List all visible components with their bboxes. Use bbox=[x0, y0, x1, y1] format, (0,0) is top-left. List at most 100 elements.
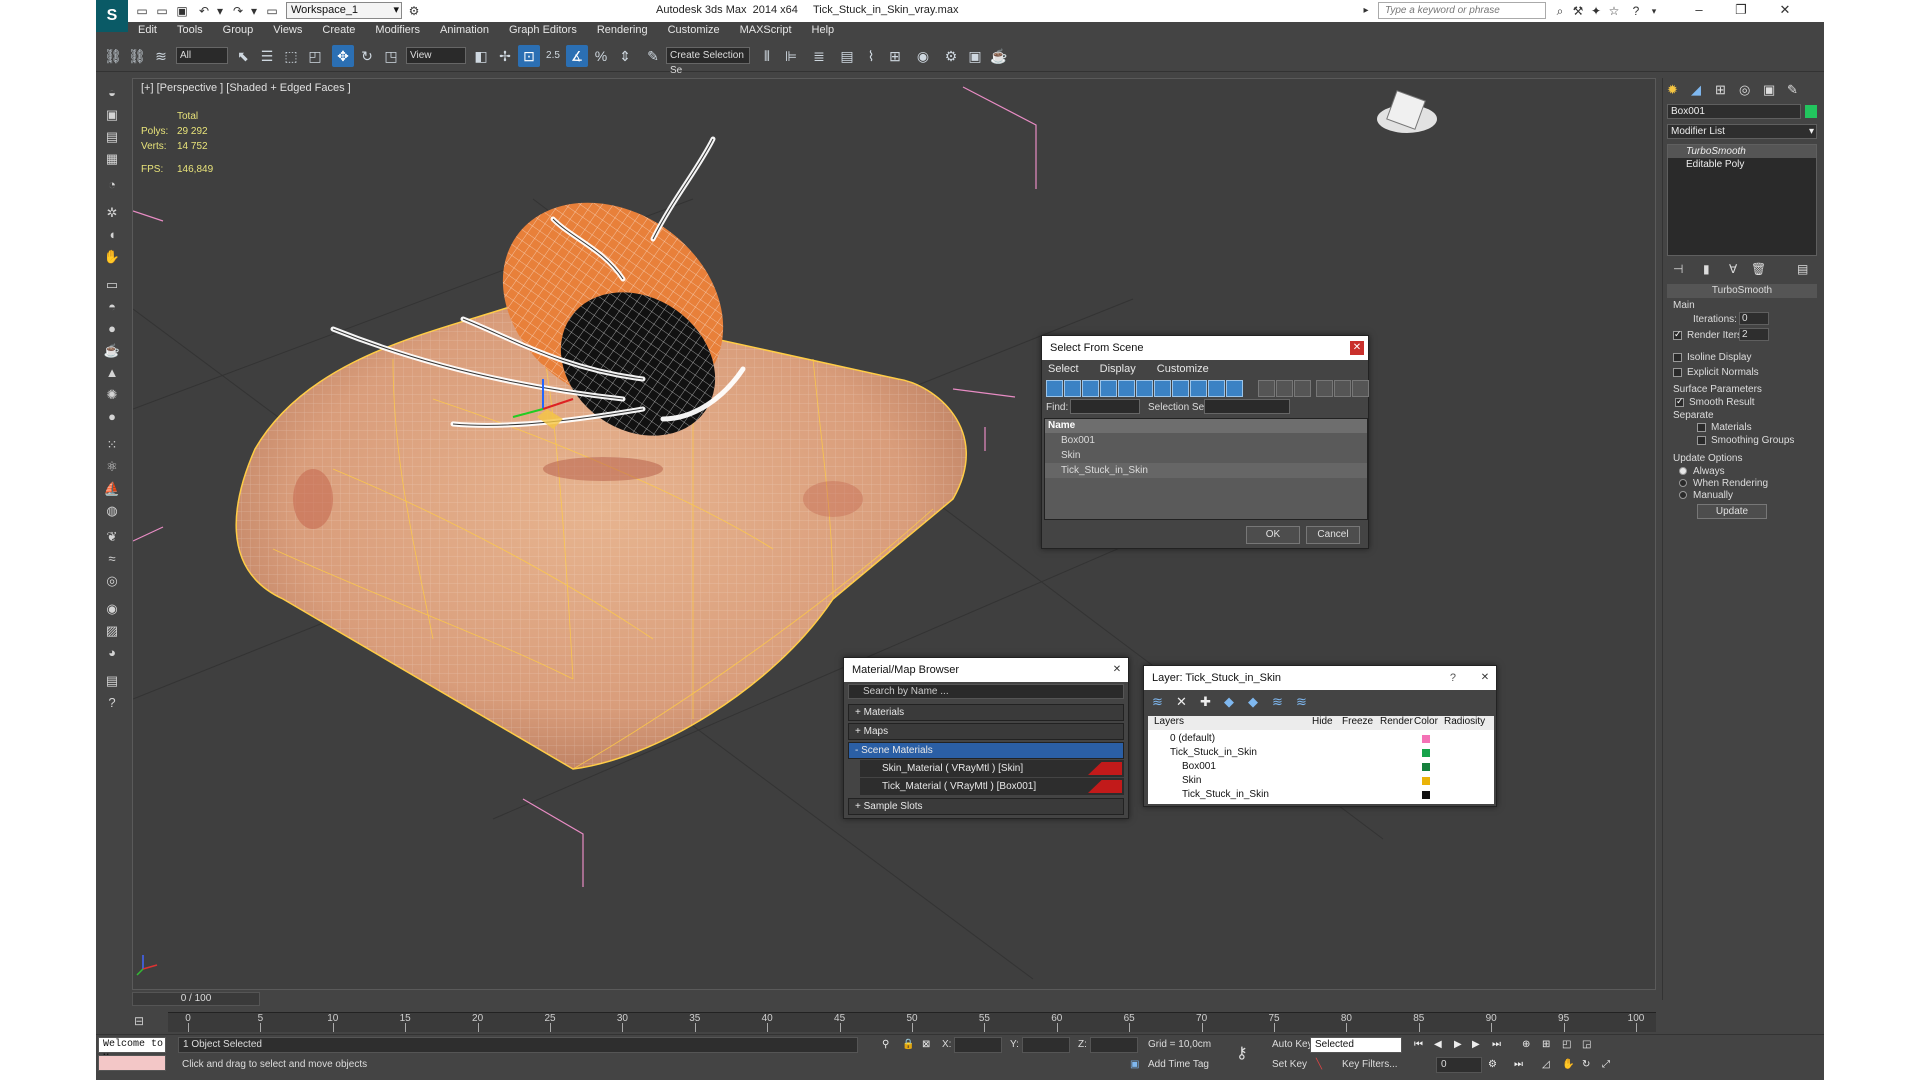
zoom-extents-icon[interactable]: ◰ bbox=[1562, 1039, 1571, 1050]
sun-icon[interactable]: ✺ bbox=[102, 386, 122, 404]
isoline-display-checkbox[interactable] bbox=[1673, 353, 1682, 362]
new-file-icon[interactable]: ▭ bbox=[134, 3, 150, 19]
previous-frame-icon[interactable]: ◀ bbox=[1434, 1039, 1442, 1050]
zoom-extents-all-icon[interactable]: ◲ bbox=[1582, 1039, 1591, 1050]
material-editor-icon[interactable]: ◉ bbox=[912, 45, 934, 67]
maps-group[interactable]: + Maps bbox=[848, 723, 1124, 740]
isolate-icon[interactable]: ⚲ bbox=[882, 1039, 889, 1050]
time-tag-icon[interactable]: ▣ bbox=[1130, 1059, 1139, 1070]
stack-item[interactable]: TurboSmooth bbox=[1668, 145, 1816, 158]
pan-icon[interactable]: ✋ bbox=[1562, 1059, 1574, 1070]
selection-filter-dropdown[interactable]: All bbox=[176, 47, 228, 64]
molecule-icon[interactable]: ⚛ bbox=[102, 458, 122, 476]
light-bulb-icon[interactable]: ◔ bbox=[102, 176, 122, 194]
y-coordinate-field[interactable] bbox=[1022, 1037, 1070, 1053]
select-all-icon[interactable] bbox=[1258, 380, 1275, 397]
set-keys-icon[interactable]: ╲ bbox=[1316, 1059, 1322, 1070]
show-end-result-icon[interactable]: ▮ bbox=[1703, 262, 1710, 276]
keyword-search-input[interactable]: Type a keyword or phrase bbox=[1378, 2, 1546, 19]
plant-icon[interactable]: ❦ bbox=[102, 528, 122, 546]
edit-named-selection-icon[interactable]: ✎ bbox=[642, 45, 664, 67]
menu-tools[interactable]: Tools bbox=[167, 22, 213, 40]
render-production-icon[interactable]: ☕ bbox=[988, 45, 1010, 67]
favorites-icon[interactable]: ☆ bbox=[1606, 3, 1622, 19]
modifier-list-dropdown[interactable]: Modifier List ▾ bbox=[1667, 124, 1817, 139]
update-button[interactable]: Update bbox=[1697, 504, 1767, 519]
select-move-icon[interactable]: ✥ bbox=[332, 45, 354, 67]
select-rotate-icon[interactable]: ↻ bbox=[356, 45, 378, 67]
maxscript-listener[interactable]: Welcome to M bbox=[98, 1037, 166, 1064]
snaps-toggle-icon[interactable]: 2.5 bbox=[542, 45, 564, 67]
display-groups-icon[interactable] bbox=[1154, 380, 1171, 397]
timeline-track[interactable]: 0 5 10 15 20 25 30 35 40 45 50 55 60 65 70 75 80 85 90 95 10… bbox=[168, 1012, 1656, 1032]
field-of-view-icon[interactable]: ◿ bbox=[1542, 1059, 1550, 1070]
selection-set-dropdown[interactable] bbox=[1204, 399, 1290, 414]
redo-icon[interactable]: ↷ bbox=[230, 3, 246, 19]
render-setup-icon[interactable]: ⚙ bbox=[940, 45, 962, 67]
rendered-frame-window-icon[interactable]: ▣ bbox=[964, 45, 986, 67]
create-layer-icon[interactable]: ≋ bbox=[1152, 694, 1163, 710]
menu-group[interactable]: Group bbox=[213, 22, 264, 40]
keyboard-shortcut-override-icon[interactable]: ⊡ bbox=[518, 45, 540, 67]
explicit-normals-checkbox[interactable] bbox=[1673, 368, 1682, 377]
help-icon[interactable]: ? bbox=[1628, 3, 1644, 19]
teapot-icon[interactable]: ◒ bbox=[102, 84, 122, 102]
workspace-dropdown[interactable]: Workspace_1 ▾ bbox=[286, 2, 402, 19]
hide-all-icon[interactable]: ≋ bbox=[1272, 694, 1283, 710]
menu-maxscript[interactable]: MAXScript bbox=[730, 22, 802, 40]
object-item[interactable]: Skin bbox=[1045, 448, 1367, 463]
pivot-center-icon[interactable]: ◧ bbox=[470, 45, 492, 67]
select-object-icon[interactable]: ⬉ bbox=[232, 45, 254, 67]
close-button[interactable]: ✕ bbox=[1770, 1, 1800, 19]
layer-color-swatch[interactable] bbox=[1422, 763, 1430, 771]
add-time-tag[interactable]: Add Time Tag bbox=[1148, 1059, 1209, 1070]
next-frame-icon[interactable]: ▶ bbox=[1472, 1039, 1480, 1050]
auto-key-button[interactable]: Auto Key bbox=[1272, 1039, 1313, 1050]
render-frame-icon[interactable]: ▣ bbox=[102, 106, 122, 124]
col-render[interactable]: Render bbox=[1380, 716, 1413, 727]
menu-animation[interactable]: Animation bbox=[430, 22, 499, 40]
display-containers-icon[interactable] bbox=[1208, 380, 1225, 397]
go-to-end-icon[interactable]: ⏭ bbox=[1492, 1039, 1501, 1050]
menu-create[interactable]: Create bbox=[312, 22, 365, 40]
material-search-input[interactable]: Search by Name ... bbox=[848, 684, 1124, 699]
add-to-layer-icon[interactable]: ✚ bbox=[1200, 694, 1211, 710]
create-tab-icon[interactable]: ✹ bbox=[1667, 82, 1678, 98]
layer-row[interactable]: 0 (default) bbox=[1148, 732, 1494, 746]
find-input[interactable] bbox=[1070, 399, 1140, 414]
display-lights-icon[interactable] bbox=[1082, 380, 1099, 397]
close-icon[interactable]: ✕ bbox=[1350, 341, 1364, 355]
options-icon[interactable] bbox=[1352, 380, 1369, 397]
key-filters-button[interactable]: Key Filters... bbox=[1342, 1059, 1398, 1070]
undo-dropdown-icon[interactable]: ▾ bbox=[212, 3, 228, 19]
workspace-settings-icon[interactable]: ⚙ bbox=[406, 3, 422, 19]
object-item[interactable]: Box001 bbox=[1045, 433, 1367, 448]
menu-help[interactable]: Help bbox=[802, 22, 845, 40]
col-freeze[interactable]: Freeze bbox=[1342, 716, 1373, 727]
sphere-icon[interactable]: ● bbox=[102, 320, 122, 338]
app-logo-icon[interactable]: S bbox=[96, 0, 128, 32]
go-to-start-icon[interactable]: ⏮ bbox=[1414, 1039, 1423, 1050]
remove-modifier-icon[interactable]: 🗑 bbox=[1751, 262, 1766, 276]
select-scale-icon[interactable]: ◳ bbox=[380, 45, 402, 67]
gear-wheel-icon[interactable]: ✲ bbox=[102, 204, 122, 222]
turbosmooth-rollout-title[interactable]: TurboSmooth bbox=[1667, 284, 1817, 298]
sfs-menu-customize[interactable]: Customize bbox=[1157, 363, 1209, 375]
orbit-icon[interactable]: ↻ bbox=[1582, 1059, 1590, 1070]
make-unique-icon[interactable]: ∀ bbox=[1729, 262, 1737, 276]
mini-curve-editor-icon[interactable]: ⊟ bbox=[134, 1014, 164, 1028]
col-layers[interactable]: Layers bbox=[1154, 716, 1184, 727]
undo-icon[interactable]: ↶ bbox=[196, 3, 212, 19]
select-in-layer-icon[interactable]: ◆ bbox=[1224, 694, 1234, 710]
menu-modifiers[interactable]: Modifiers bbox=[365, 22, 430, 40]
scene-materials-group[interactable]: - Scene Materials bbox=[848, 742, 1124, 759]
display-helpers-icon[interactable] bbox=[1118, 380, 1135, 397]
maximize-viewport-icon[interactable]: ⤢ bbox=[1602, 1059, 1610, 1070]
smoothing-groups-checkbox[interactable] bbox=[1697, 436, 1706, 445]
utilities-tab-icon[interactable]: ✎ bbox=[1787, 82, 1798, 98]
zoom-icon[interactable]: ⊕ bbox=[1522, 1039, 1530, 1050]
iterations-spinner[interactable]: 0 bbox=[1739, 312, 1769, 325]
schematic-view-icon[interactable]: ⊞ bbox=[884, 45, 906, 67]
set-key-button[interactable]: Set Key bbox=[1272, 1059, 1307, 1070]
sphere-yellow-icon[interactable]: ● bbox=[102, 408, 122, 426]
